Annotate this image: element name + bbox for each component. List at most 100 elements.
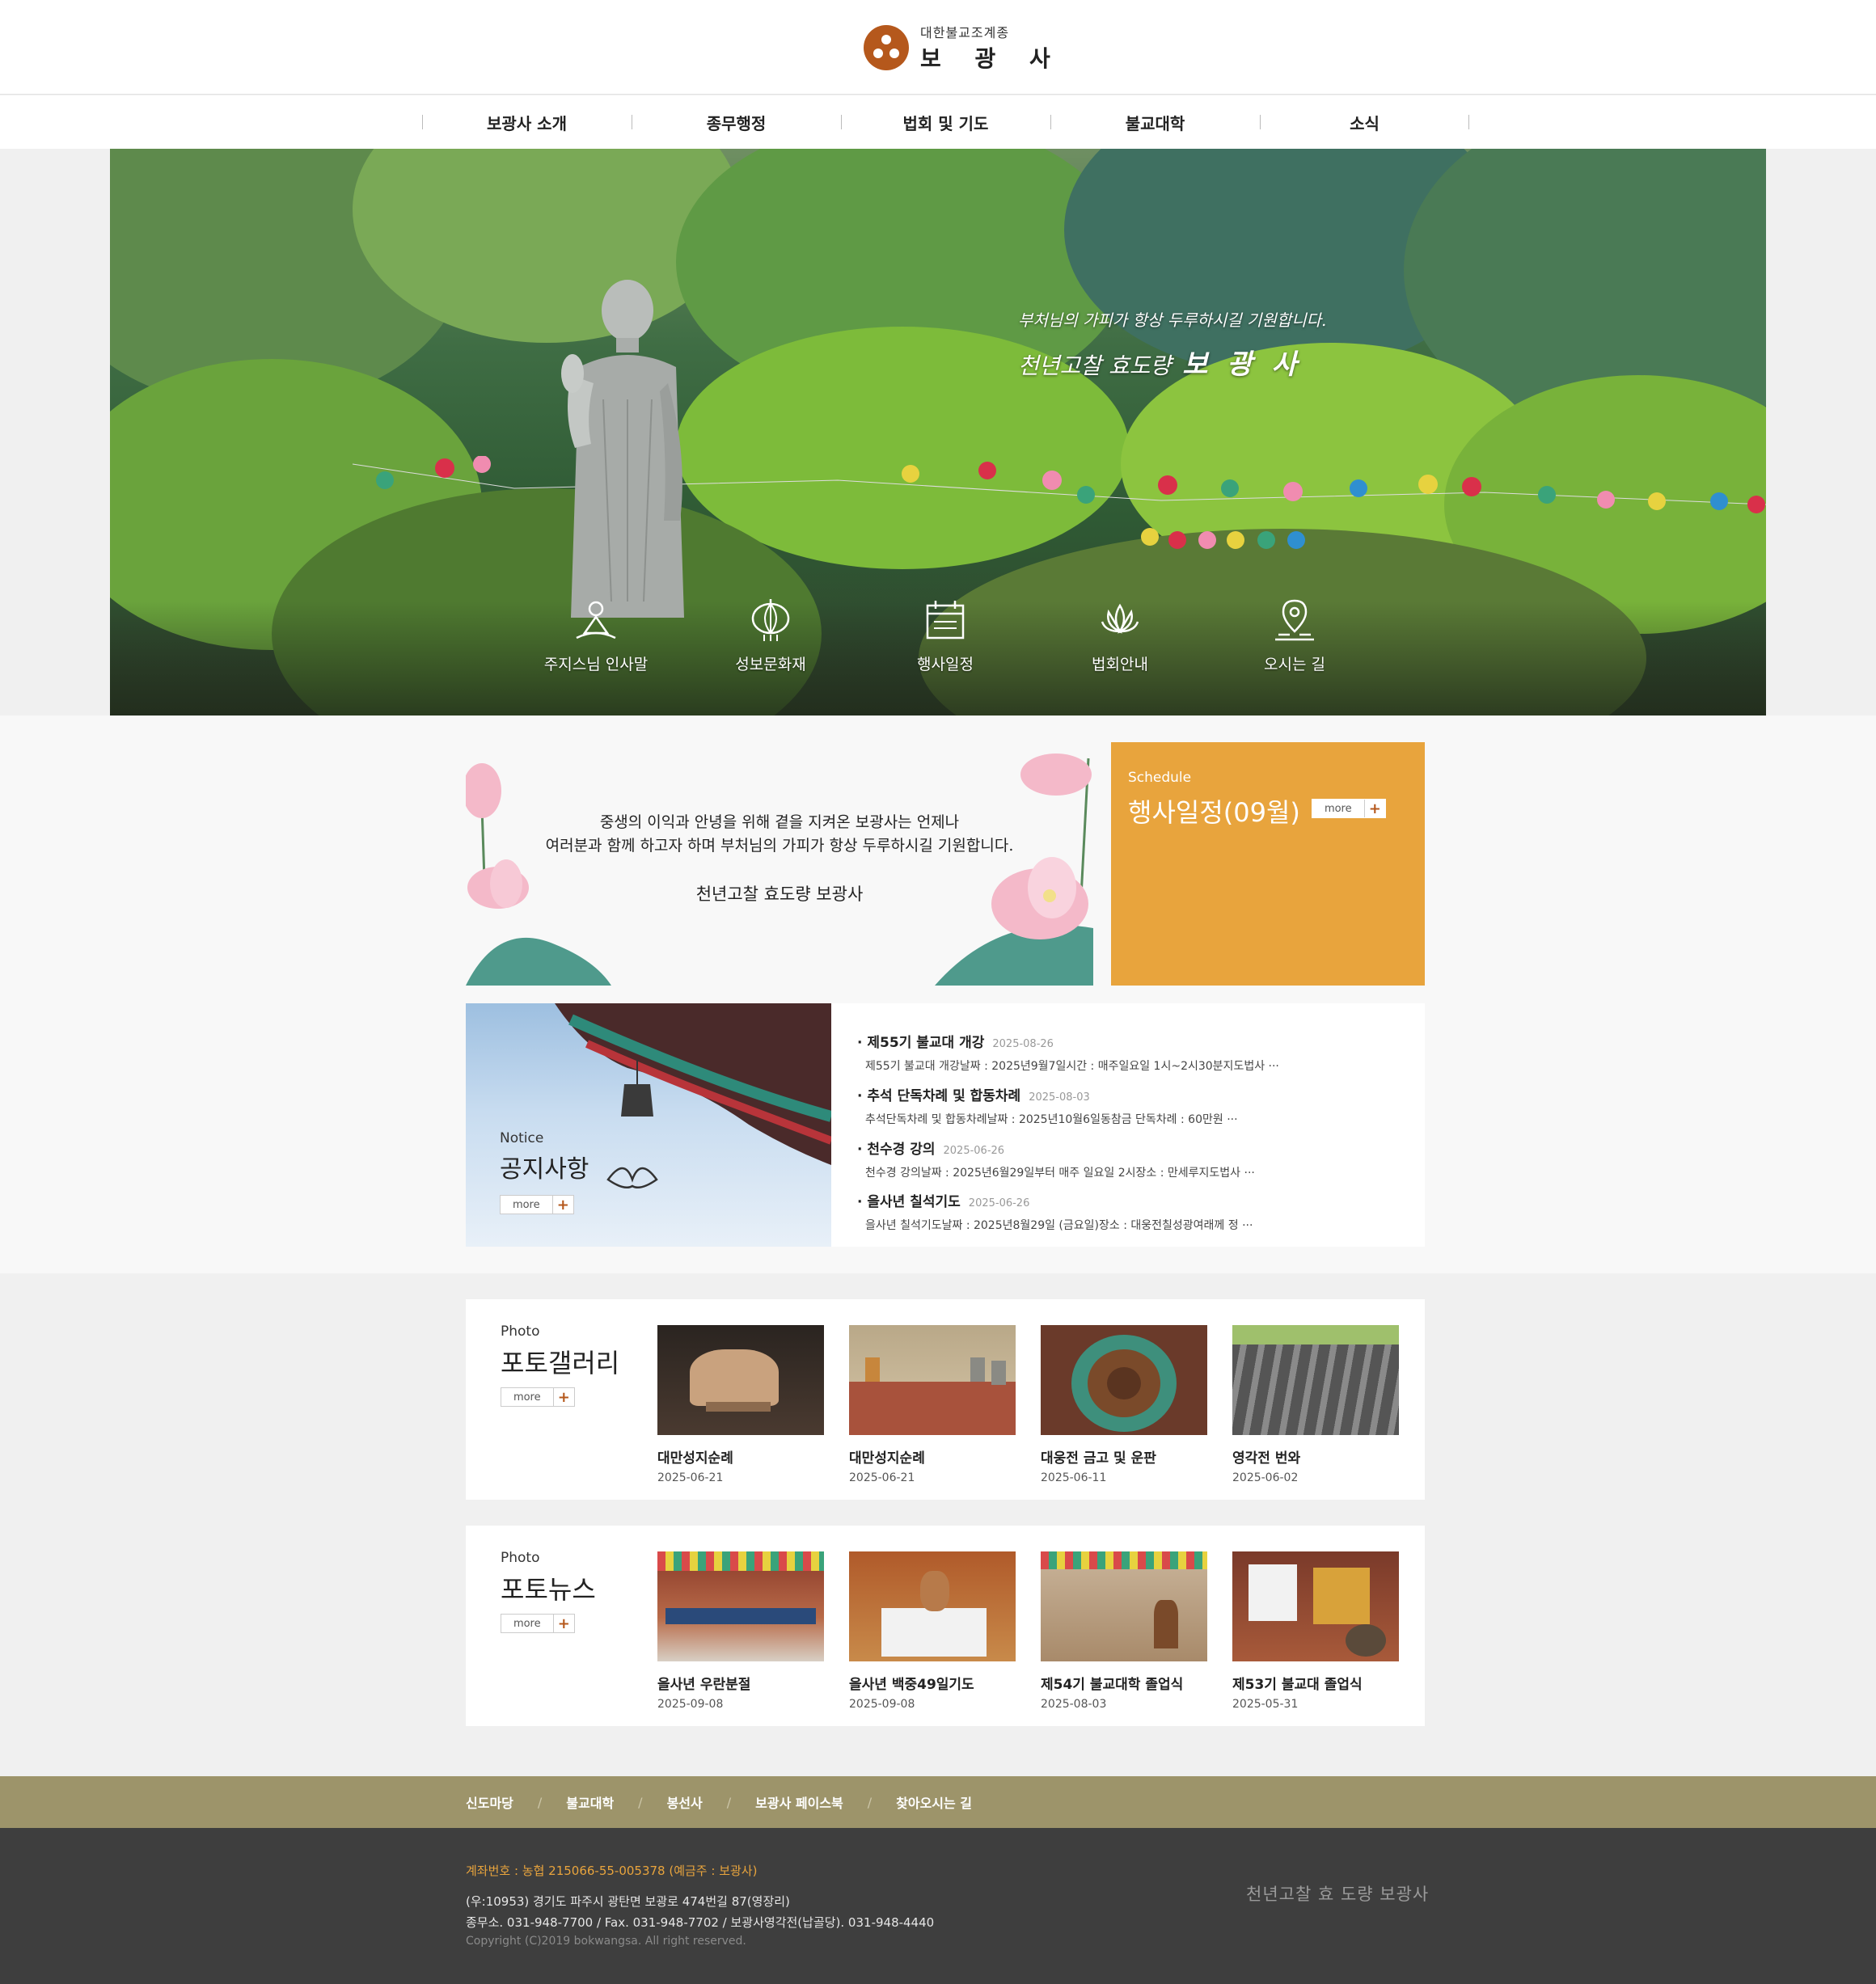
gallery-thumbnail (1232, 1325, 1399, 1435)
notice-item-summary: 을사년 칠석기도날짜 : 2025년8월29일 (금요일)장소 : 대웅전칠성광… (865, 1219, 1253, 1232)
news-item-caption: 을사년 우란분절 (657, 1677, 751, 1693)
gallery-item-caption: 대만성지순례 (849, 1450, 925, 1467)
news-item-date: 2025-08-03 (1041, 1698, 1107, 1711)
gallery-thumbnail (657, 1325, 824, 1435)
news-title: 포토뉴스 (501, 1574, 596, 1605)
notice-item-date: 2025-08-03 (1029, 1091, 1090, 1104)
gallery-item-date: 2025-06-21 (849, 1471, 915, 1484)
gallery-more-button[interactable]: more + (501, 1387, 575, 1407)
hero-caption-line1: 부처님의 가피가 항상 두루하시길 기원합니다. (1018, 310, 1327, 330)
gallery-title: 포토갤러리 (501, 1348, 620, 1378)
schedule-more-button[interactable]: more + (1312, 799, 1386, 818)
calendar-icon (926, 601, 965, 640)
news-item[interactable]: 을사년 백중49일기도 2025-09-08 (849, 1551, 1016, 1711)
gallery-item[interactable]: 영각전 번와 2025-06-02 (1232, 1325, 1399, 1484)
notice-item-date: 2025-06-26 (968, 1197, 1030, 1209)
news-thumbnail (1041, 1551, 1207, 1661)
footer-phone: 종무소. 031-948-7700 / Fax. 031-948-7702 / … (466, 1915, 935, 1930)
temple-emblem-icon (864, 25, 909, 70)
schedule-title: 행사일정(09월) (1128, 797, 1300, 828)
quick-link-label: 행사일정 (917, 656, 974, 673)
notice-item-title: 제55기 불교대 개강 (867, 1035, 985, 1051)
notice-item[interactable]: · 천수경 강의 2025-06-26 천수경 강의날짜 : 2025년6월29일… (857, 1138, 1407, 1180)
quick-link-label: 법회안내 (1092, 656, 1148, 673)
lotus-decoration (466, 753, 1093, 986)
footer-link-facebook[interactable]: 보광사 페이스북 (755, 1792, 843, 1812)
nav-item-news[interactable]: 소식 (1260, 95, 1469, 149)
quick-link-events[interactable]: 행사일정 (877, 597, 1014, 674)
hero-caption-line2: 천년고찰 효도량 (1018, 352, 1172, 379)
news-item[interactable]: 제53기 불교대 졸업식 2025-05-31 (1232, 1551, 1399, 1711)
greeting-panel: 중생의 이익과 안녕을 위해 곁을 지켜온 보광사는 언제나 여러분과 함께 하… (466, 742, 1093, 986)
footer-nav-separator: / (726, 1794, 732, 1810)
news-item[interactable]: 을사년 우란분절 2025-09-08 (657, 1551, 824, 1711)
bank-account-info: 계좌번호 : 농협 215066-55-005378 (예금주 : 보광사) (466, 1864, 758, 1878)
gallery-thumbnail (849, 1325, 1016, 1435)
quick-link-dharma[interactable]: 법회안내 (1051, 597, 1189, 674)
footer-nav-separator: / (638, 1794, 643, 1810)
nav-item-admin[interactable]: 종무행정 (632, 95, 841, 149)
nav-item-about[interactable]: 보광사 소개 (422, 95, 632, 149)
quick-link-greeting[interactable]: 주지스님 인사말 (527, 597, 665, 674)
map-pin-icon (1275, 599, 1314, 641)
more-label: more (1312, 800, 1365, 817)
footer-nav-separator: / (537, 1794, 543, 1810)
notice-list: · 제55기 불교대 개강 2025-08-26 제55기 불교대 개강날짜 : … (831, 1003, 1425, 1247)
news-item-caption: 을사년 백중49일기도 (849, 1677, 974, 1693)
site-logo[interactable]: 대한불교조계종 보 광 사 (864, 23, 1063, 73)
notice-item[interactable]: · 을사년 칠석기도 2025-06-26 을사년 칠석기도날짜 : 2025년8… (857, 1190, 1407, 1233)
nav-item-dharma[interactable]: 법회 및 기도 (841, 95, 1050, 149)
notice-item[interactable]: · 추석 단독차례 및 합동차례 2025-08-03 추석단독차례 및 합동차례… (857, 1084, 1407, 1127)
gallery-item-date: 2025-06-11 (1041, 1471, 1107, 1484)
notice-item-summary: 제55기 불교대 개강날짜 : 2025년9월7일시간 : 매주일요일 1시~2… (865, 1060, 1279, 1073)
site-footer: 계좌번호 : 농협 215066-55-005378 (예금주 : 보광사) (… (0, 1828, 1876, 1984)
greeting-line2: 여러분과 함께 하고자 하며 부처님의 가피가 항상 두루하시길 기원합니다. (545, 837, 1014, 855)
main-nav: 보광사 소개 종무행정 법회 및 기도 불교대학 소식 (0, 95, 1876, 149)
notice-title: 공지사항 (500, 1155, 589, 1184)
footer-nav: 신도마당 / 불교대학 / 봉선사 / 보광사 페이스북 / 찾아오시는 길 (0, 1776, 1876, 1828)
news-item-caption: 제53기 불교대 졸업식 (1232, 1677, 1363, 1693)
gallery-label: Photo (501, 1323, 540, 1340)
news-item[interactable]: 제54기 불교대학 졸업식 2025-08-03 (1041, 1551, 1207, 1711)
more-label: more (501, 1615, 554, 1632)
notice-item-title: 추석 단독차례 및 합동차례 (867, 1088, 1021, 1104)
gallery-item[interactable]: 대웅전 금고 및 운판 2025-06-11 (1041, 1325, 1207, 1484)
notice-item[interactable]: · 제55기 불교대 개강 2025-08-26 제55기 불교대 개강날짜 : … (857, 1031, 1407, 1074)
news-more-button[interactable]: more + (501, 1614, 575, 1633)
news-item-date: 2025-09-08 (849, 1698, 915, 1711)
lanterns-decoration (352, 456, 1766, 549)
logo-title: 보 광 사 (920, 45, 1063, 72)
gallery-item-caption: 대만성지순례 (657, 1450, 733, 1467)
monk-icon (576, 601, 616, 640)
photo-news-section: Photo 포토뉴스 more + 을사년 우란분절 2025-09-08 을사… (466, 1526, 1425, 1726)
copyright: Copyright (C)2019 bokwangsa. All right r… (466, 1935, 746, 1948)
news-item-date: 2025-05-31 (1232, 1698, 1299, 1711)
notice-item-title: 을사년 칠석기도 (867, 1194, 961, 1210)
footer-link-university[interactable]: 불교대학 (566, 1792, 614, 1812)
plus-icon: + (1368, 800, 1381, 817)
footer-slogan: 천년고찰 효 도량 보광사 (1246, 1885, 1430, 1904)
notice-panel: Notice 공지사항 more + (466, 1003, 831, 1247)
more-label: more (501, 1388, 554, 1406)
quick-link-treasures[interactable]: 성보문화재 (702, 597, 839, 674)
news-item-date: 2025-09-08 (657, 1698, 724, 1711)
hero-banner: 부처님의 가피가 항상 두루하시길 기원합니다. 천년고찰 효도량 보 광 사 주… (110, 149, 1766, 716)
more-label: more (501, 1196, 553, 1214)
lotus-icon (1101, 603, 1139, 634)
hero-caption-name: 보 광 사 (1182, 348, 1302, 381)
footer-link-members[interactable]: 신도마당 (466, 1792, 513, 1812)
nav-item-university[interactable]: 불교대학 (1050, 95, 1260, 149)
footer-link-directions[interactable]: 찾아오시는 길 (896, 1792, 972, 1812)
plus-icon: + (556, 1196, 569, 1214)
quick-link-directions[interactable]: 오시는 길 (1226, 597, 1363, 674)
footer-link-bongseonsa[interactable]: 봉선사 (667, 1792, 703, 1812)
gallery-item[interactable]: 대만성지순례 2025-06-21 (849, 1325, 1016, 1484)
quick-link-label: 주지스님 인사말 (543, 656, 649, 673)
greeting-line1: 중생의 이익과 안녕을 위해 곁을 지켜온 보광사는 언제나 (599, 813, 960, 831)
notice-item-date: 2025-06-26 (943, 1145, 1005, 1157)
schedule-panel: Schedule 행사일정(09월) more + (1111, 742, 1425, 986)
notice-more-button[interactable]: more + (500, 1195, 574, 1214)
gallery-item-date: 2025-06-02 (1232, 1471, 1299, 1484)
gallery-item[interactable]: 대만성지순례 2025-06-21 (657, 1325, 824, 1484)
notice-item-title: 천수경 강의 (867, 1142, 936, 1158)
